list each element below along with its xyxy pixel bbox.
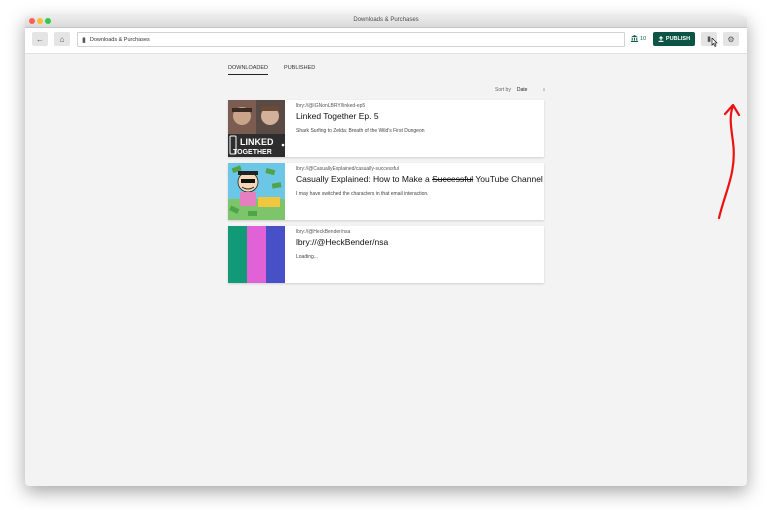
file-card[interactable]: lbry://@CasuallyExplained/casually-succe… <box>228 163 544 220</box>
publish-label: PUBLISH <box>665 36 691 42</box>
thumbnail-text: LINKED <box>240 137 274 147</box>
card-title-part: YouTube Channel <box>473 174 543 184</box>
app-window: Downloads & Purchases ← ⌂ ▮ Downloads & … <box>25 16 747 486</box>
card-title[interactable]: lbry://@HeckBender/nsa <box>296 237 540 247</box>
card-title[interactable]: Linked Together Ep. 5 <box>296 111 540 121</box>
balance-value: 10 <box>640 35 647 42</box>
card-info: lbry://@IGNonLBRY/linked-ep5 Linked Toge… <box>296 103 540 134</box>
annotation-arrow-icon <box>717 103 741 220</box>
tab-bar: DOWNLOADED PUBLISHED <box>228 65 315 75</box>
upload-icon <box>658 36 664 42</box>
address-text: Downloads & Purchases <box>89 36 150 43</box>
settings-button[interactable]: ⚙ <box>723 32 739 46</box>
card-info: lbry://@CasuallyExplained/casually-succe… <box>296 166 543 197</box>
arrow-left-icon: ← <box>36 34 44 44</box>
card-uri: lbry://@IGNonLBRY/linked-ep5 <box>296 103 366 109</box>
sort-select[interactable]: Date ↕ <box>517 87 545 93</box>
folder-icon: ▮ <box>82 36 86 44</box>
publish-button[interactable]: PUBLISH <box>653 32 695 46</box>
thumbnail-image <box>228 163 285 220</box>
toolbar: ← ⌂ ▮ Downloads & Purchases 10 PUBLISH ▮… <box>25 28 747 54</box>
card-description: Shark Surfing to Zelda: Breath of the Wi… <box>296 128 425 134</box>
sort-value: Date <box>516 87 528 93</box>
bank-icon <box>631 35 638 42</box>
card-description: I may have switched the characters in th… <box>296 191 429 197</box>
file-card[interactable]: lbry://@HeckBender/nsa lbry://@HeckBende… <box>228 226 544 283</box>
wallet-balance[interactable]: 10 <box>631 35 646 42</box>
sort-label: Sort by <box>495 87 511 93</box>
back-button[interactable]: ← <box>32 32 48 46</box>
chevron-updown-icon: ↕ <box>542 87 546 93</box>
window-title: Downloads & Purchases <box>353 17 419 23</box>
gear-icon: ⚙ <box>727 34 735 44</box>
title-bar: Downloads & Purchases <box>25 16 747 28</box>
card-title-strikethrough: Successful <box>432 174 474 184</box>
file-card[interactable]: LINKED TOGETHER lbry://@IGNonLBRY/linked… <box>228 100 544 157</box>
tab-downloaded[interactable]: DOWNLOADED <box>228 65 269 75</box>
card-info: lbry://@HeckBender/nsa lbry://@HeckBende… <box>296 229 540 260</box>
card-uri: lbry://@HeckBender/nsa <box>296 229 351 235</box>
card-uri: lbry://@CasuallyExplained/casually-succe… <box>296 166 399 172</box>
sort-control: Sort by Date ↕ <box>495 87 545 93</box>
tab-published[interactable]: PUBLISHED <box>284 65 315 75</box>
mouse-cursor-icon <box>711 37 718 47</box>
card-title-part: Casually Explained: How to Make a <box>296 174 433 184</box>
home-icon: ⌂ <box>59 34 65 44</box>
thumbnail-image: LINKED TOGETHER <box>228 100 285 157</box>
card-description: Loading... <box>296 254 318 260</box>
card-title[interactable]: Casually Explained: How to Make a Succes… <box>296 174 543 184</box>
thumbnail-placeholder <box>228 226 285 283</box>
svg-text:TOGETHER: TOGETHER <box>233 149 272 156</box>
address-bar[interactable]: ▮ Downloads & Purchases <box>77 32 625 47</box>
home-button[interactable]: ⌂ <box>54 32 70 46</box>
